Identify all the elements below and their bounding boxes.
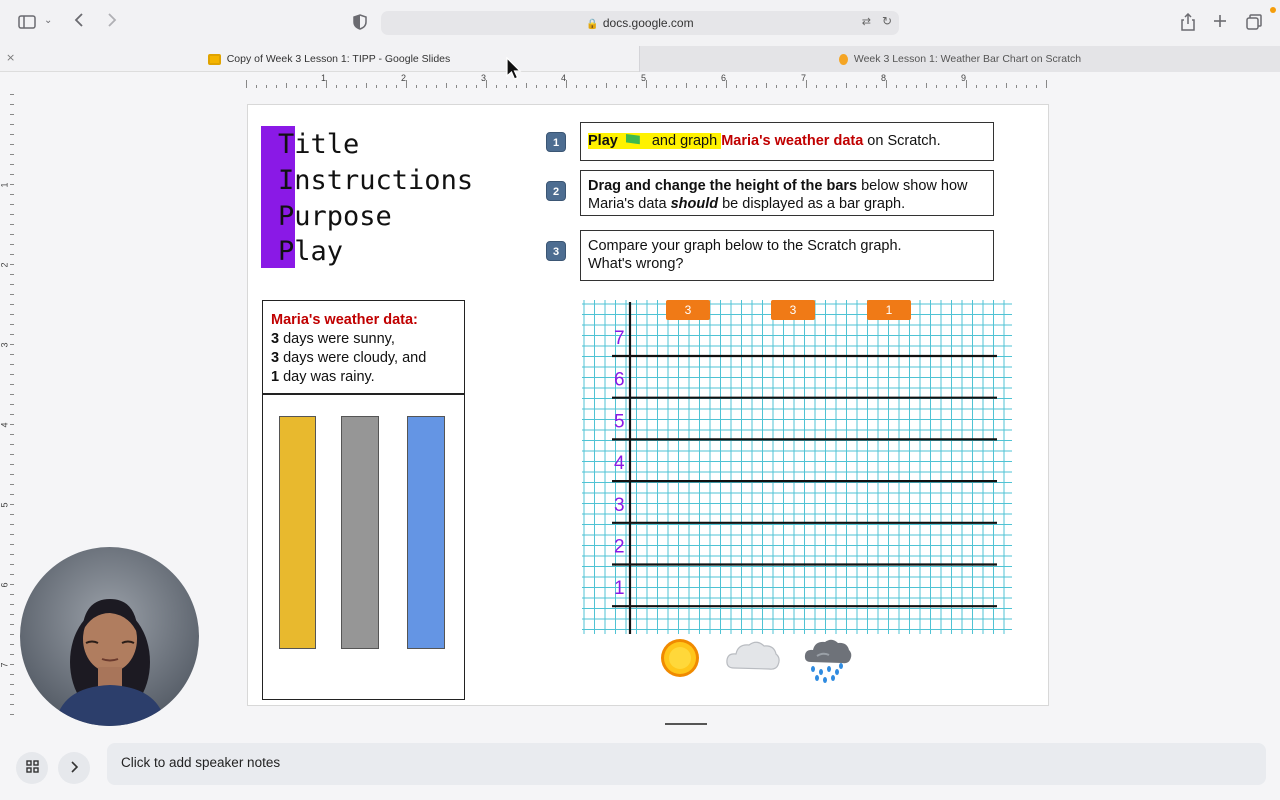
reload-icon[interactable]: ↻ <box>882 14 892 28</box>
ruler-number: 2 <box>401 73 407 83</box>
count-tag: 1 <box>867 300 911 320</box>
y-axis-label: 7 <box>614 328 625 349</box>
webcam-video <box>20 547 199 726</box>
step-badge-3: 3 <box>546 241 566 261</box>
weather-data-title: Maria's weather data: <box>271 312 418 328</box>
close-icon[interactable]: × <box>6 51 15 64</box>
tipp-line-instructions: Instructions <box>278 165 474 196</box>
share-icon[interactable] <box>1181 12 1195 35</box>
step-1-box[interactable]: Play and graph Maria's weather data on S… <box>580 122 994 161</box>
url-text: docs.google.com <box>602 16 694 30</box>
notification-dot <box>1270 7 1276 13</box>
horizontal-ruler: 1 2 3 4 5 6 7 8 9 <box>246 72 1049 88</box>
draggable-bar-sunny[interactable] <box>279 416 316 649</box>
draggable-bar-cloudy[interactable] <box>341 416 379 649</box>
ruler-number: 1 <box>0 182 10 188</box>
y-axis-label: 6 <box>614 370 625 391</box>
count-tag: 3 <box>771 300 815 320</box>
person-avatar <box>55 599 166 726</box>
y-axis-label: 5 <box>614 411 625 432</box>
scratch-icon <box>838 53 848 65</box>
ruler-number: 6 <box>721 73 727 83</box>
tab-strip: × Copy of Week 3 Lesson 1: TIPP - Google… <box>0 46 1280 72</box>
step-3-box[interactable]: Compare your graph below to the Scratch … <box>580 230 994 281</box>
tabs-icon[interactable] <box>1246 14 1262 34</box>
weather-line-cloudy: 3 days were cloudy, and <box>271 350 427 366</box>
step-2-box[interactable]: Drag and change the height of the bars b… <box>580 170 994 216</box>
ruler-number: 3 <box>481 73 487 83</box>
grid-view-button[interactable] <box>16 752 48 784</box>
step-badge-1: 1 <box>546 132 566 152</box>
ruler-number: 4 <box>0 422 10 428</box>
draggable-bar-rainy[interactable] <box>407 416 445 649</box>
speaker-notes-placeholder: Click to add speaker notes <box>121 755 281 770</box>
y-axis-label: 2 <box>614 537 625 558</box>
sun-icon <box>658 636 702 685</box>
tab-label: Week 3 Lesson 1: Weather Bar Chart on Sc… <box>853 53 1082 65</box>
address-bar[interactable]: 🔒 docs.google.com ⇄ ↻ <box>381 11 899 35</box>
weather-line-sunny: 3 days were sunny, <box>271 331 395 347</box>
google-slides-icon <box>207 53 221 65</box>
ruler-number: 7 <box>0 662 10 668</box>
chevron-right-icon[interactable] <box>107 12 117 32</box>
browser-toolbar: ⌄ 🔒 docs.google.com ⇄ ↻ <box>0 0 1280 46</box>
mouse-cursor-icon <box>506 56 522 86</box>
bar-graph-grid[interactable]: 7 6 5 4 3 2 1 <box>582 300 1012 634</box>
sidebar-icon[interactable] <box>18 14 36 33</box>
rain-cloud-icon <box>803 636 853 689</box>
ruler-number: 4 <box>561 73 567 83</box>
plus-icon[interactable] <box>1213 13 1227 32</box>
step-badge-2: 2 <box>546 181 566 201</box>
translate-icon[interactable]: ⇄ <box>862 15 871 28</box>
ruler-number: 3 <box>0 342 10 348</box>
tipp-line-title: Title <box>278 129 360 160</box>
notes-resize-handle[interactable] <box>665 723 707 725</box>
ruler-number: 9 <box>961 73 967 83</box>
cloud-icon <box>724 638 782 679</box>
chevron-right-icon <box>70 760 79 776</box>
tab-scratch[interactable]: Week 3 Lesson 1: Weather Bar Chart on Sc… <box>639 46 1280 72</box>
ruler-number: 8 <box>881 73 887 83</box>
ruler-number: 7 <box>801 73 807 83</box>
tab-google-slides[interactable]: Copy of Week 3 Lesson 1: TIPP - Google S… <box>20 46 638 72</box>
chevron-left-icon[interactable] <box>74 12 84 32</box>
lock-icon: 🔒 <box>586 19 599 30</box>
chevron-down-icon[interactable]: ⌄ <box>44 15 52 26</box>
expand-filmstrip-button[interactable] <box>58 752 90 784</box>
divider <box>263 393 464 395</box>
tab-label: Copy of Week 3 Lesson 1: TIPP - Google S… <box>226 53 451 65</box>
ruler-number: 1 <box>321 73 327 83</box>
green-flag-icon <box>625 134 640 145</box>
shield-icon[interactable] <box>353 14 367 34</box>
count-tag: 3 <box>666 300 710 320</box>
tipp-line-purpose: Purpose <box>278 201 392 232</box>
ruler-number: 5 <box>641 73 647 83</box>
ruler-number: 2 <box>0 262 10 268</box>
y-axis-label: 4 <box>614 453 625 474</box>
vertical-ruler: 1 2 3 4 5 6 7 <box>0 88 14 718</box>
grid-icon <box>25 760 39 776</box>
graph-grid-svg: 7 6 5 4 3 2 1 <box>582 300 1012 634</box>
ruler-number: 6 <box>0 582 10 588</box>
tipp-line-play: Play <box>278 236 344 267</box>
y-axis-label: 3 <box>614 495 625 516</box>
weather-line-rainy: 1 day was rainy. <box>271 369 375 385</box>
y-axis-label: 1 <box>614 578 625 599</box>
speaker-notes-field[interactable]: Click to add speaker notes <box>107 743 1266 785</box>
ruler-number: 5 <box>0 502 10 508</box>
